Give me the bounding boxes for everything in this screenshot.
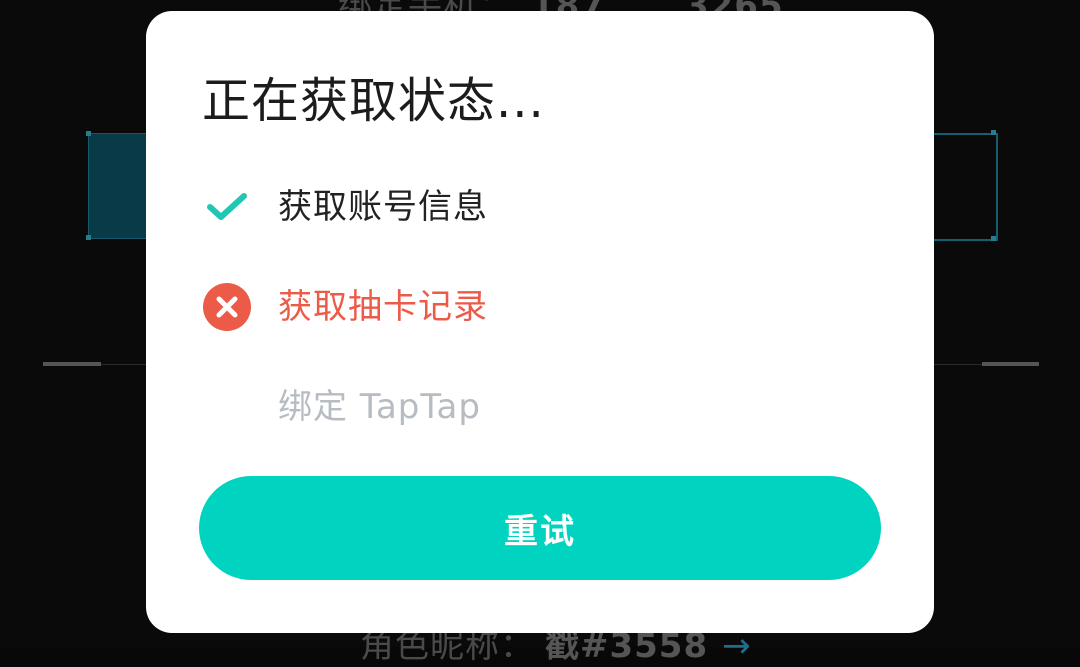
divider-line-left [101, 364, 151, 365]
status-dialog: 正在获取状态... 获取账号信息 获取抽卡记录 绑定 TapTap 重试 [146, 11, 934, 633]
divider-line-right [934, 364, 982, 365]
check-icon [202, 182, 252, 232]
divider-dash-left [43, 362, 101, 366]
panel-corner [86, 235, 91, 240]
step-label: 获取账号信息 [278, 187, 488, 227]
step-label: 绑定 TapTap [278, 387, 481, 427]
divider-dash-right [982, 362, 1039, 366]
pending-placeholder [202, 382, 252, 432]
error-x-icon [202, 282, 252, 332]
retry-button[interactable]: 重试 [199, 476, 881, 580]
panel-corner [991, 236, 996, 241]
panel-corner [86, 131, 91, 136]
step-label: 获取抽卡记录 [278, 287, 488, 327]
step-account-info: 获取账号信息 [202, 182, 488, 232]
step-gacha-records: 获取抽卡记录 [202, 282, 488, 332]
dialog-title: 正在获取状态... [202, 73, 545, 129]
step-bind-taptap: 绑定 TapTap [202, 382, 481, 432]
panel-corner [991, 130, 996, 135]
